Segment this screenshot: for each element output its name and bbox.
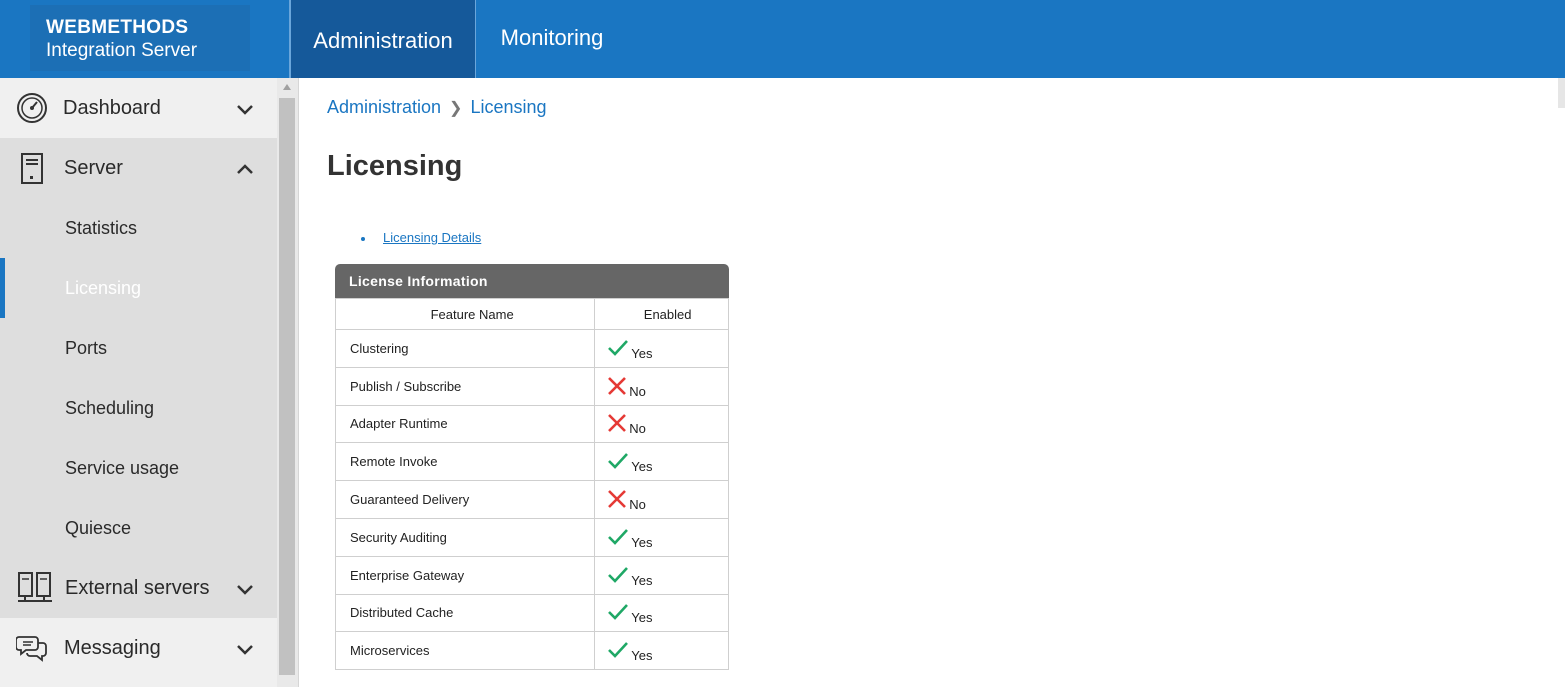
sidebar-item-server[interactable]: Server	[0, 138, 277, 198]
feature-name-cell: Security Auditing	[334, 517, 596, 557]
sidebar-subitem-scheduling[interactable]: Scheduling	[0, 378, 277, 438]
feature-name-cell: Remote Invoke	[334, 442, 596, 482]
breadcrumb-chevron-icon: ❯	[449, 100, 463, 117]
checkmark-icon	[607, 528, 631, 547]
enabled-cell: Yes	[594, 442, 729, 482]
checkmark-icon	[607, 642, 631, 660]
enabled-status-text: Yes	[631, 459, 653, 475]
tab-monitoring[interactable]: Monitoring	[477, 0, 627, 78]
feature-name-cell: Publish / Subscribe	[334, 366, 596, 406]
sidebar-label-server: Server	[64, 157, 123, 179]
feature-name-cell: Microservices	[334, 631, 596, 671]
breadcrumb-administration[interactable]: Administration	[327, 97, 441, 117]
sidebar-item-messaging[interactable]: Messaging	[0, 618, 277, 678]
enabled-cell: Yes	[594, 329, 729, 368]
enabled-status-text: Yes	[631, 534, 653, 550]
top-bar: WEBMETHODS Integration Server Administra…	[0, 0, 1565, 78]
server-icon	[21, 153, 43, 184]
cross-icon	[607, 376, 629, 396]
table-title: License Information	[335, 264, 729, 298]
subitem-label: Quiesce	[65, 518, 132, 538]
enabled-status-text: Yes	[631, 610, 653, 626]
subitem-label: Statistics	[65, 218, 138, 238]
dashboard-gauge-icon	[17, 93, 47, 123]
column-header-feature: Feature Name	[334, 298, 596, 330]
cross-icon	[607, 414, 629, 433]
enabled-status-text: No	[629, 421, 646, 437]
table-row: Distributed Cache Yes	[334, 593, 729, 633]
sidebar-subitem-service-usage[interactable]: Service usage	[0, 438, 277, 498]
table-row: Security Auditing Yes	[334, 517, 729, 557]
licensing-details-link[interactable]: Licensing Details	[383, 230, 481, 245]
sidebar-label-external-servers: External servers	[65, 577, 210, 599]
enabled-status-text: Yes	[631, 648, 653, 664]
table-row: Microservices Yes	[334, 631, 729, 671]
enabled-status-text: Yes	[631, 572, 653, 588]
breadcrumb: Administration ❯ Licensing	[327, 97, 547, 118]
license-information-table: License Information Feature Name Enabled…	[334, 264, 729, 671]
enabled-status-text: No	[629, 497, 646, 513]
brand-logo[interactable]: WEBMETHODS Integration Server	[30, 5, 250, 71]
checkmark-icon	[607, 604, 631, 622]
page-title: Licensing	[327, 150, 463, 182]
sidebar-scrollbar[interactable]	[277, 78, 299, 687]
chevron-down-icon[interactable]	[234, 638, 256, 660]
feature-name-cell: Enterprise Gateway	[334, 555, 596, 595]
sidebar-subitem-statistics[interactable]: Statistics	[0, 198, 277, 258]
scroll-up-arrow-icon[interactable]	[283, 84, 291, 90]
bullet-icon	[361, 237, 365, 241]
enabled-cell: No	[594, 404, 729, 444]
sidebar-label-dashboard: Dashboard	[63, 97, 161, 119]
table-row: Clustering Yes	[334, 329, 729, 368]
enabled-cell: Yes	[594, 517, 729, 557]
main-scrollbar[interactable]	[1558, 78, 1565, 108]
enabled-cell: Yes	[594, 631, 729, 671]
column-header-enabled: Enabled	[594, 298, 729, 330]
table-row: Guaranteed Delivery No	[334, 480, 729, 519]
sidebar: Dashboard Server Statistics Licensing Po…	[0, 78, 277, 687]
subitem-label: Scheduling	[65, 398, 155, 418]
sidebar-item-external-servers[interactable]: External servers	[0, 558, 277, 618]
chevron-down-icon[interactable]	[234, 578, 256, 600]
selected-indicator	[0, 258, 5, 318]
table-row: Adapter Runtime No	[334, 404, 729, 444]
enabled-cell: No	[594, 366, 729, 406]
server-submenu: Statistics Licensing Ports Scheduling Se…	[0, 198, 277, 618]
sidebar-subitem-ports[interactable]: Ports	[0, 318, 277, 378]
subitem-label: Service usage	[65, 458, 180, 478]
table-row: Enterprise Gateway Yes	[334, 555, 729, 595]
cross-icon	[607, 490, 629, 509]
enabled-status-text: Yes	[631, 345, 653, 361]
sidebar-subitem-licensing[interactable]: Licensing	[0, 258, 277, 318]
messaging-chat-icon	[16, 636, 47, 662]
enabled-status-text: No	[629, 383, 646, 399]
enabled-cell: Yes	[594, 555, 729, 595]
feature-name-cell: Distributed Cache	[334, 593, 596, 633]
feature-name-cell: Guaranteed Delivery	[334, 480, 596, 519]
breadcrumb-licensing[interactable]: Licensing	[470, 97, 546, 117]
checkmark-icon	[607, 566, 631, 585]
feature-name-cell: Adapter Runtime	[334, 404, 596, 444]
checkmark-icon	[607, 453, 631, 471]
table-row: Publish / Subscribe No	[334, 366, 729, 406]
subitem-label: Licensing	[65, 278, 142, 298]
external-servers-icon	[18, 572, 52, 602]
chevron-down-icon[interactable]	[234, 98, 256, 120]
tab-administration[interactable]: Administration	[289, 0, 476, 78]
table-row: Remote Invoke Yes	[334, 442, 729, 482]
feature-name-cell: Clustering	[334, 329, 596, 368]
chevron-up-icon[interactable]	[234, 158, 256, 180]
scrollbar-thumb[interactable]	[279, 98, 295, 675]
enabled-cell: No	[594, 480, 729, 519]
sidebar-label-messaging: Messaging	[64, 637, 161, 659]
enabled-cell: Yes	[594, 593, 729, 633]
checkmark-icon	[607, 340, 631, 358]
brand-name: WEBMETHODS	[46, 17, 189, 38]
sidebar-subitem-quiesce[interactable]: Quiesce	[0, 498, 277, 558]
sidebar-item-dashboard[interactable]: Dashboard	[0, 78, 277, 138]
brand-product: Integration Server	[46, 40, 198, 61]
subitem-label: Ports	[65, 338, 108, 358]
